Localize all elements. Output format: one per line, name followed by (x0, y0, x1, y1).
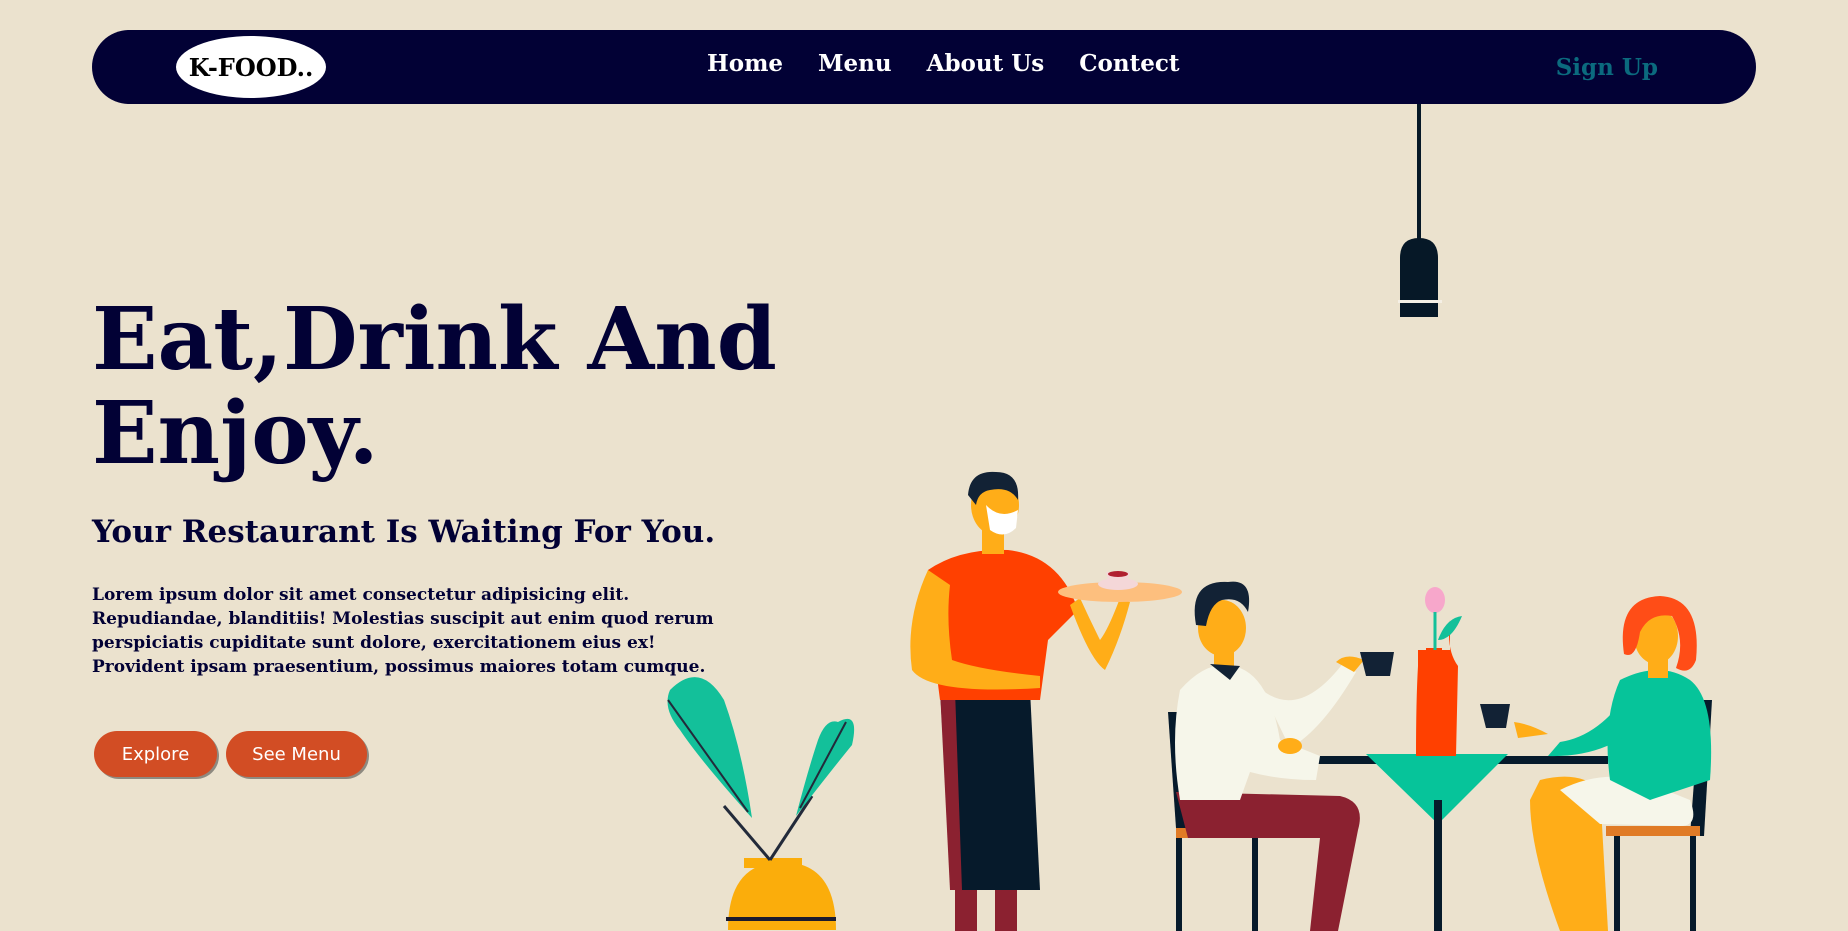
restaurant-scene-illustration (667, 104, 1712, 931)
plant-icon (667, 677, 855, 930)
hanging-lamp-icon (1398, 104, 1442, 317)
waiter-icon (910, 471, 1182, 931)
